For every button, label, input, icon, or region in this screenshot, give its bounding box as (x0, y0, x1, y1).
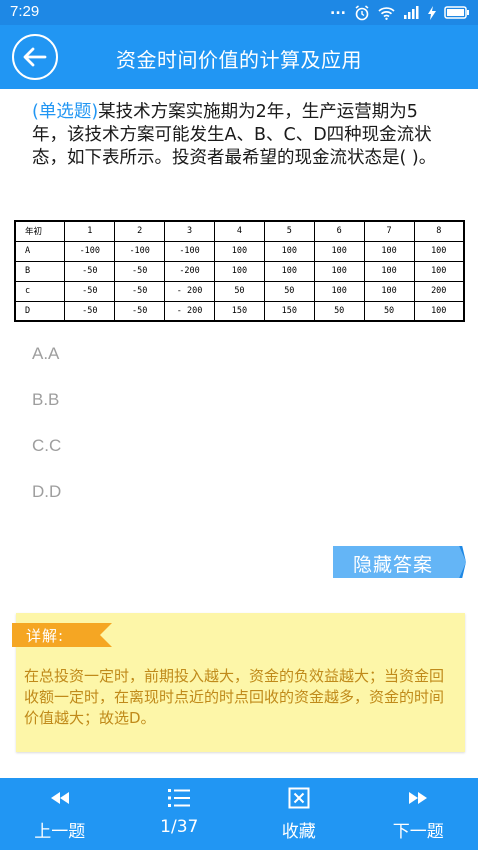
table-cell: c (14, 280, 66, 302)
table-cell: 100 (214, 240, 265, 262)
table-cell: 50 (313, 300, 365, 322)
question-text: (单选题)某技术方案实施期为2年，生产运营期为5年，该技术方案可能发生A、B、C… (32, 101, 452, 170)
table-cell: 100 (413, 260, 465, 282)
table-cell: -100 (64, 240, 116, 262)
page-title: 资金时间价值的计算及应用 (116, 48, 362, 72)
option-a[interactable]: A.A (32, 342, 61, 388)
table-header-row: 年初 1 2 3 4 5 6 7 8 (14, 220, 465, 242)
table-cell: 7 (363, 220, 415, 242)
favorite-label: 收藏 (281, 822, 316, 842)
table-row: B -50 -50 -200 100 100 100 100 100 (14, 260, 465, 282)
option-d[interactable]: D.D (32, 480, 61, 526)
status-icons: ... (330, 1, 470, 21)
explanation-tag: 详解: (12, 623, 112, 647)
table-cell: 100 (313, 240, 365, 262)
explanation-text: 在总投资一定时，前期投入越大，资金的负效益越大；当资金回收额一定时，在离现时点近… (24, 667, 445, 727)
table-cell: 200 (413, 280, 465, 302)
next-question-button[interactable]: 下一题 (359, 778, 478, 850)
prev-question-label: 上一题 (34, 822, 86, 842)
table-cell: B (14, 260, 66, 282)
question-type: (单选题) (32, 102, 99, 122)
table-cell: 100 (363, 280, 415, 302)
list-icon (168, 789, 191, 807)
table-cell: 3 (164, 220, 215, 242)
bottom-nav: 上一题 1/37 收藏 下一题 (0, 778, 478, 850)
table-cell: -100 (164, 240, 215, 262)
option-b[interactable]: B.B (32, 388, 61, 434)
more-dots-icon: ... (330, 1, 346, 18)
table-cell: 100 (413, 240, 465, 262)
table-cell: 年初 (14, 220, 66, 242)
question-counter: 1/37 (160, 817, 199, 837)
status-bar: 7:29 ... (0, 0, 478, 25)
table-cell: 100 (413, 300, 465, 322)
table-row: c -50 -50 - 200 50 50 100 100 200 (14, 280, 465, 302)
table-cell: - 200 (164, 300, 215, 322)
table-cell: A (14, 240, 66, 262)
table-cell: 4 (214, 220, 265, 242)
table-cell: 100 (214, 260, 265, 282)
app-header: 资金时间价值的计算及应用 (0, 25, 478, 89)
table-cell: -50 (64, 260, 116, 282)
table-cell: 2 (114, 220, 166, 242)
table-cell: 50 (214, 280, 265, 302)
table-cell: 50 (363, 300, 415, 322)
hide-answer-label: 隐藏答案 (353, 554, 434, 576)
rewind-icon (50, 792, 69, 804)
table-cell: 100 (363, 260, 415, 282)
table-cell: 8 (413, 220, 465, 242)
table-cell: 50 (263, 280, 315, 302)
status-time: 7:29 (10, 3, 40, 20)
question-list-button[interactable]: 1/37 (120, 778, 240, 850)
cash-flow-table: 年初 1 2 3 4 5 6 7 8 A -100 -100 -100 100 … (14, 220, 465, 322)
table-cell: -100 (114, 240, 166, 262)
table-cell: -50 (64, 300, 116, 322)
table-cell: 100 (313, 280, 365, 302)
table-cell: - 200 (164, 280, 215, 302)
table-cell: D (14, 300, 66, 322)
explanation-box: 详解: 在总投资一定时，前期投入越大，资金的负效益越大；当资金回收额一定时，在离… (12, 613, 465, 752)
answer-options: A.A B.B C.C D.D (32, 342, 61, 526)
option-c[interactable]: C.C (32, 434, 61, 480)
table-cell: -50 (114, 260, 166, 282)
table-cell: 150 (263, 300, 315, 322)
table-cell: -50 (64, 280, 116, 302)
table-cell: 150 (214, 300, 265, 322)
table-cell: 1 (64, 220, 116, 242)
prev-question-button[interactable]: 上一题 (0, 778, 120, 850)
table-cell: 100 (263, 260, 315, 282)
checkbox-x-icon (288, 787, 310, 809)
fast-forward-icon (409, 792, 428, 804)
table-cell: 100 (313, 260, 365, 282)
table-cell: 100 (363, 240, 415, 262)
table-cell: 6 (313, 220, 365, 242)
table-cell: 100 (263, 240, 315, 262)
battery-icon (444, 6, 469, 19)
alarm-icon (355, 4, 369, 20)
table-row: D -50 -50 - 200 150 150 50 50 100 (14, 300, 465, 322)
hide-answer-button[interactable]: 隐藏答案 (333, 546, 466, 578)
charging-icon (428, 5, 436, 20)
wifi-icon (378, 6, 395, 20)
next-question-label: 下一题 (392, 822, 444, 842)
table-cell: -50 (114, 280, 166, 302)
table-cell: -50 (114, 300, 166, 322)
signal-icon (404, 6, 419, 19)
table-cell: 5 (263, 220, 315, 242)
explanation-tag-label: 详解: (26, 627, 65, 645)
table-row: A -100 -100 -100 100 100 100 100 100 (14, 240, 465, 262)
favorite-button[interactable]: 收藏 (239, 778, 359, 850)
table-cell: -200 (164, 260, 215, 282)
